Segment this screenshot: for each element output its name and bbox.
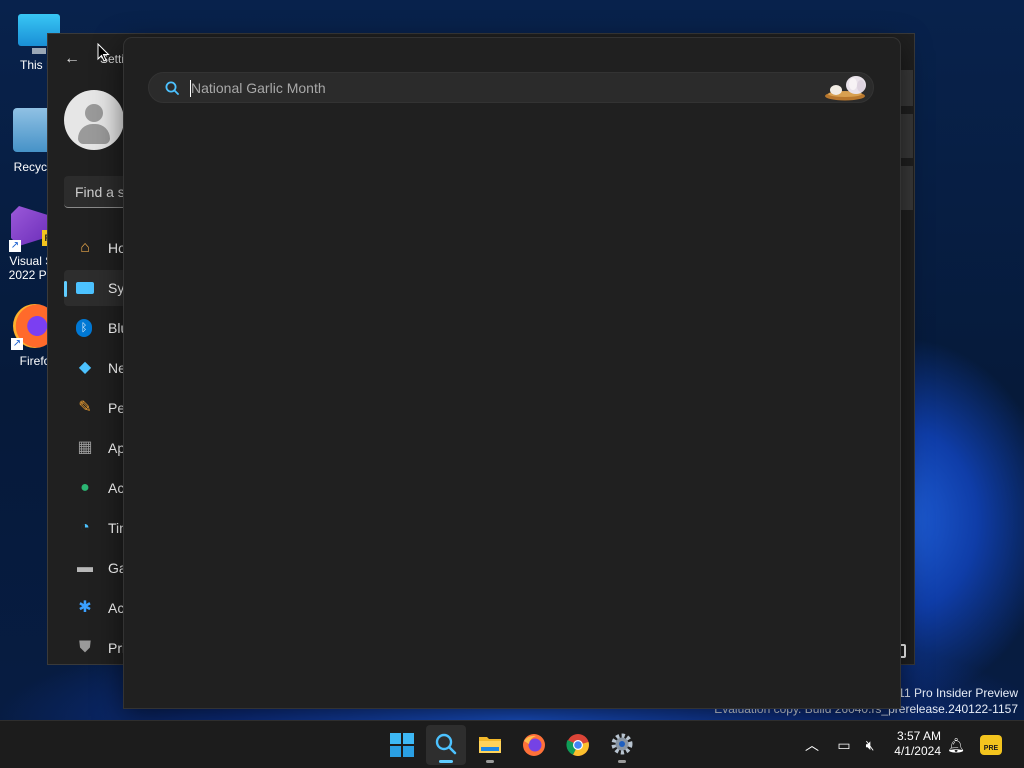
network-icon[interactable]: ▭	[834, 735, 854, 755]
mouse-cursor-icon	[97, 43, 110, 62]
folder-icon	[479, 737, 501, 753]
sidebar-item-label: Ap	[108, 440, 126, 456]
search-input[interactable]	[191, 77, 791, 99]
brush-icon: ✎	[78, 399, 92, 416]
bluetooth-icon: ᛒ	[76, 319, 94, 337]
windows-start-icon	[390, 733, 414, 757]
time-language-icon: ◔	[80, 519, 90, 536]
search-icon	[435, 733, 457, 755]
home-icon: ⌂	[80, 239, 90, 256]
search-icon	[165, 81, 179, 95]
accessibility-icon: ✱	[78, 599, 92, 616]
taskbar: ︿ ▭ 🔇︎ 3:57 AM 4/1/2024 🔔︎ PRE	[0, 720, 1024, 768]
avatar[interactable]	[64, 90, 124, 150]
active-indicator	[439, 760, 453, 763]
running-indicator	[486, 760, 494, 763]
wifi-icon: ◆	[78, 359, 92, 376]
apps-icon: ▦	[77, 439, 93, 456]
text-caret	[190, 80, 191, 97]
notification-bell-icon[interactable]: 🔔︎	[946, 735, 966, 755]
shortcut-arrow-icon: ↗	[11, 338, 23, 350]
taskbar-settings-button[interactable]	[602, 725, 642, 765]
sidebar-item-label: Pri	[108, 640, 126, 656]
taskbar-firefox-button[interactable]	[514, 725, 554, 765]
firefox-icon	[523, 734, 545, 756]
search-box[interactable]	[148, 72, 874, 103]
taskbar-file-explorer-button[interactable]	[470, 725, 510, 765]
gear-icon	[611, 733, 633, 755]
gamepad-icon: ▬	[77, 559, 93, 576]
clock[interactable]: 3:57 AM 4/1/2024	[880, 729, 941, 759]
insider-preview-badge-icon[interactable]: PRE	[980, 735, 1004, 755]
accounts-icon: ●	[80, 479, 90, 496]
search-flyout	[124, 38, 900, 708]
clock-date: 4/1/2024	[894, 744, 941, 758]
taskbar-start-button[interactable]	[382, 725, 422, 765]
shortcut-arrow-icon: ↗	[9, 240, 21, 252]
system-icon	[76, 279, 94, 297]
taskbar-search-button[interactable]	[426, 725, 466, 765]
show-hidden-icons-chevron-icon[interactable]: ︿	[802, 735, 822, 755]
volume-muted-icon[interactable]: 🔇︎	[860, 735, 880, 755]
chrome-icon	[566, 734, 589, 756]
back-arrow-icon[interactable]: ←	[64, 50, 80, 68]
shield-icon: ⛊	[78, 639, 91, 656]
settings-content-edge	[900, 70, 914, 210]
clock-time: 3:57 AM	[896, 729, 941, 743]
garlic-illustration-icon[interactable]	[823, 74, 871, 102]
running-indicator	[618, 760, 626, 763]
taskbar-chrome-button[interactable]	[558, 725, 598, 765]
